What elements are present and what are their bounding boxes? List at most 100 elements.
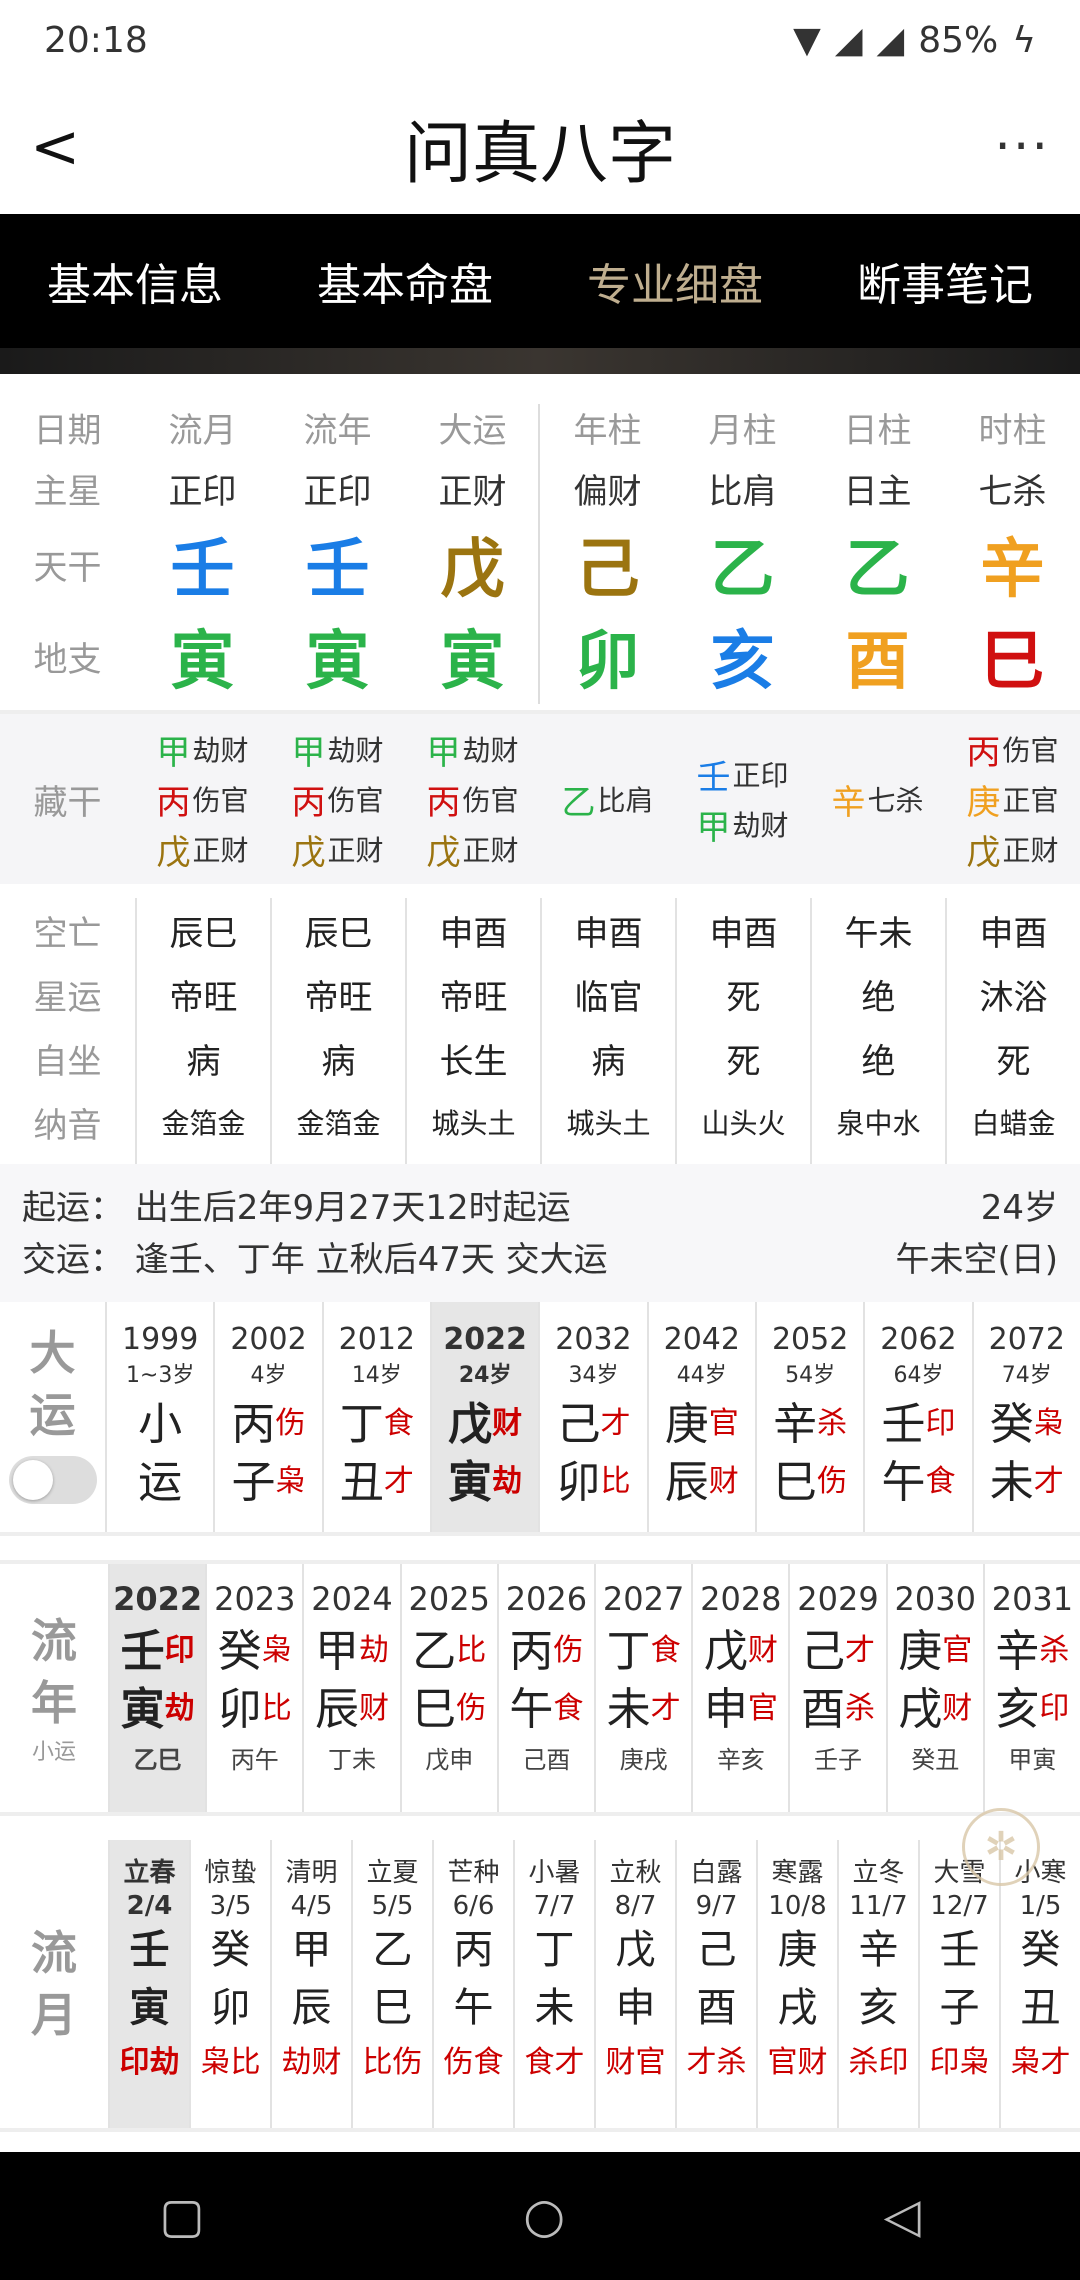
liuyue-column[interactable]: 白露 9/7 己酉才杀: [675, 1840, 756, 2128]
hidden-stem-shishen: 正财: [327, 834, 384, 867]
detail-label: 自坐: [33, 1041, 102, 1082]
liunian-column[interactable]: 2024 甲劫辰财丁未: [302, 1564, 399, 1812]
liunian-column[interactable]: 2026 丙伤午食己酉: [496, 1564, 594, 1812]
dayun-shishen: 伤: [817, 1464, 848, 1499]
liunian-char: 乙: [412, 1626, 457, 1677]
liuyue-jieqi: 立秋: [609, 1858, 662, 1888]
tab-professional-chart[interactable]: 专业细盘: [540, 249, 810, 313]
liuyue-gan: 壬: [939, 1927, 980, 1973]
liunian-column[interactable]: 2023 癸枭卯比丙午: [205, 1564, 302, 1812]
home-icon[interactable]: ○: [523, 2188, 565, 2244]
liunian-column[interactable]: 2030 庚官戌财癸丑: [885, 1564, 983, 1812]
liunian-shishen: 劫: [164, 1691, 195, 1726]
liunian-ganzhi: 亥印: [985, 1676, 1080, 1735]
liunian-ganzhi: 午食: [499, 1676, 594, 1735]
liuyue-date: 3/5: [209, 1891, 252, 1921]
dayun-ganzhi: 巳伤: [757, 1449, 863, 1508]
recent-apps-icon[interactable]: ▢: [159, 2188, 204, 2244]
back-icon[interactable]: <: [30, 112, 110, 182]
dayun-ganzhi: 子枭: [215, 1449, 321, 1508]
liuyue-zhi: 未: [534, 1985, 575, 2031]
liunian-column[interactable]: 2027 丁食未才庚戌: [594, 1564, 691, 1812]
hidden-stem-item: 丙伤官: [966, 725, 1058, 773]
liunian-column[interactable]: 2031 辛杀亥印甲寅: [982, 1564, 1080, 1812]
dayun-column[interactable]: 2062 64岁壬印午食: [863, 1302, 971, 1532]
dayun-column[interactable]: 1999 1~3岁小运: [105, 1302, 213, 1532]
back-nav-icon[interactable]: ◁: [884, 2188, 921, 2244]
detail-cell: 白蜡金: [971, 1107, 1056, 1140]
liuyue-column[interactable]: 立冬 11/7 辛亥杀印: [837, 1840, 918, 2128]
hidden-stem-column: 乙比肩: [540, 775, 675, 823]
dayun-column[interactable]: 2072 74岁癸枭未才: [971, 1302, 1080, 1532]
charging-icon: ϟ: [1012, 19, 1036, 61]
hidden-stem-column: 甲劫财丙伤官戊正财: [405, 725, 540, 873]
dayun-toggle[interactable]: [8, 1456, 97, 1504]
tab-basic-info[interactable]: 基本信息: [0, 249, 270, 313]
hidden-stem-item: 戊正财: [426, 825, 518, 873]
detail-column: 辰巳 帝旺病金箔金: [270, 898, 405, 1164]
liunian-char: 壬: [120, 1626, 165, 1677]
dayun-char: 未: [989, 1457, 1034, 1508]
hidden-stem-item: 甲劫财: [291, 725, 383, 773]
dayun-year: 2062: [880, 1322, 957, 1357]
dayun-year: 2022: [443, 1322, 527, 1357]
liunian-shishen: 才: [845, 1633, 876, 1668]
liuyue-column[interactable]: 立春 2/4 壬寅印劫: [108, 1840, 189, 2128]
liunian-shishen: 伤: [553, 1633, 584, 1668]
liuyue-section: 流 月 立春 2/4 壬寅印劫 惊蛰 3/5 癸卯枭比 清明 4/5 甲辰劫财 立夏 5/5 乙巳比伤…: [0, 1840, 1080, 2132]
more-options-icon[interactable]: ···: [994, 117, 1050, 177]
liuyue-date: 11/7: [849, 1891, 908, 1921]
dayun-year: 2012: [338, 1322, 415, 1357]
liuyue-jieqi: 清明: [285, 1858, 338, 1888]
liunian-ganzhi: 己才: [790, 1618, 885, 1677]
hidden-stem-item: 丙伤官: [291, 775, 383, 823]
pillar-stars-cell: 七杀: [978, 471, 1047, 512]
hidden-stem-shishen: 正印: [732, 759, 789, 792]
liunian-xiaoyun: 甲寅: [1008, 1746, 1057, 1774]
tab-bar: 基本信息 基本命盘 专业细盘 断事笔记: [0, 214, 1080, 348]
liunian-column[interactable]: 2028 戊财申官辛亥: [691, 1564, 788, 1812]
liuyue-date: 4/5: [290, 1891, 333, 1921]
liunian-column[interactable]: 2025 乙比巳伤戊申: [399, 1564, 497, 1812]
dayun-column[interactable]: 2022 24岁戊财寅劫: [429, 1302, 539, 1532]
detail-labels: 空亡 星运 自坐 纳音: [0, 898, 135, 1164]
dayun-age: 1~3岁: [125, 1363, 195, 1388]
dayun-column[interactable]: 2032 34岁己才卯比: [538, 1302, 646, 1532]
liuyue-column[interactable]: 立秋 8/7 戊申财官: [594, 1840, 675, 2128]
liuyue-shishen: 枭才: [1010, 2045, 1071, 2080]
liuyue-column[interactable]: 小暑 7/7 丁未食才: [513, 1840, 594, 2128]
detail-label: 空亡: [33, 913, 102, 954]
dayun-ganzhi: 庚官: [649, 1391, 755, 1450]
dayun-column[interactable]: 2052 54岁辛杀巳伤: [754, 1302, 863, 1532]
pillars-table: 日期 流月 流年 大运 年柱 月柱 日柱 时柱 主星 正印 正印 正财 偏财 比肩 日主 七杀 天干壬壬戊己乙乙…: [0, 374, 1080, 710]
liuyue-zhi: 申: [615, 1985, 656, 2031]
pillar-stars-cell: 正印: [303, 471, 372, 512]
dayun-column[interactable]: 2042 44岁庚官辰财: [646, 1302, 755, 1532]
liuyue-column[interactable]: 清明 4/5 甲辰劫财: [270, 1840, 351, 2128]
dayun-ganzhi: 卯比: [540, 1449, 646, 1508]
dayun-column[interactable]: 2012 14岁丁食丑才: [321, 1302, 430, 1532]
dayun-char: 卯: [556, 1457, 601, 1508]
dayun-age: 34岁: [568, 1363, 619, 1388]
liuyue-shishen: 食才: [524, 2045, 585, 2080]
pillar-heads-cell: 流年: [303, 410, 372, 451]
liunian-column[interactable]: 2029 己才酉杀壬子: [788, 1564, 885, 1812]
hidden-stem-item: 戊正财: [291, 825, 383, 873]
pillar-row-label: 日期: [33, 410, 102, 451]
tab-basic-chart[interactable]: 基本命盘: [270, 249, 540, 313]
detail-cell: 沐浴: [979, 977, 1048, 1018]
liunian-ganzhi: 戊财: [693, 1618, 788, 1677]
dayun-column[interactable]: 2002 4岁丙伤子枭: [213, 1302, 321, 1532]
tab-notes[interactable]: 断事笔记: [810, 249, 1080, 313]
dayun-ganzhi: 壬印: [865, 1391, 971, 1450]
liuyue-column[interactable]: 立夏 5/5 乙巳比伤: [351, 1840, 432, 2128]
aperture-float-icon[interactable]: ✲: [962, 1808, 1040, 1886]
liuyue-column[interactable]: 芒种 6/6 丙午伤食: [432, 1840, 513, 2128]
liunian-column[interactable]: 2022 壬印寅劫乙巳: [108, 1564, 206, 1812]
hidden-stem-item: 丙伤官: [156, 775, 248, 823]
liuyue-jieqi: 惊蛰: [204, 1858, 257, 1888]
liuyue-column[interactable]: 寒露 10/8 庚戌官财: [756, 1840, 837, 2128]
liuyue-column[interactable]: 惊蛰 3/5 癸卯枭比: [189, 1840, 270, 2128]
liunian-xiaoyun: 癸丑: [911, 1746, 960, 1774]
